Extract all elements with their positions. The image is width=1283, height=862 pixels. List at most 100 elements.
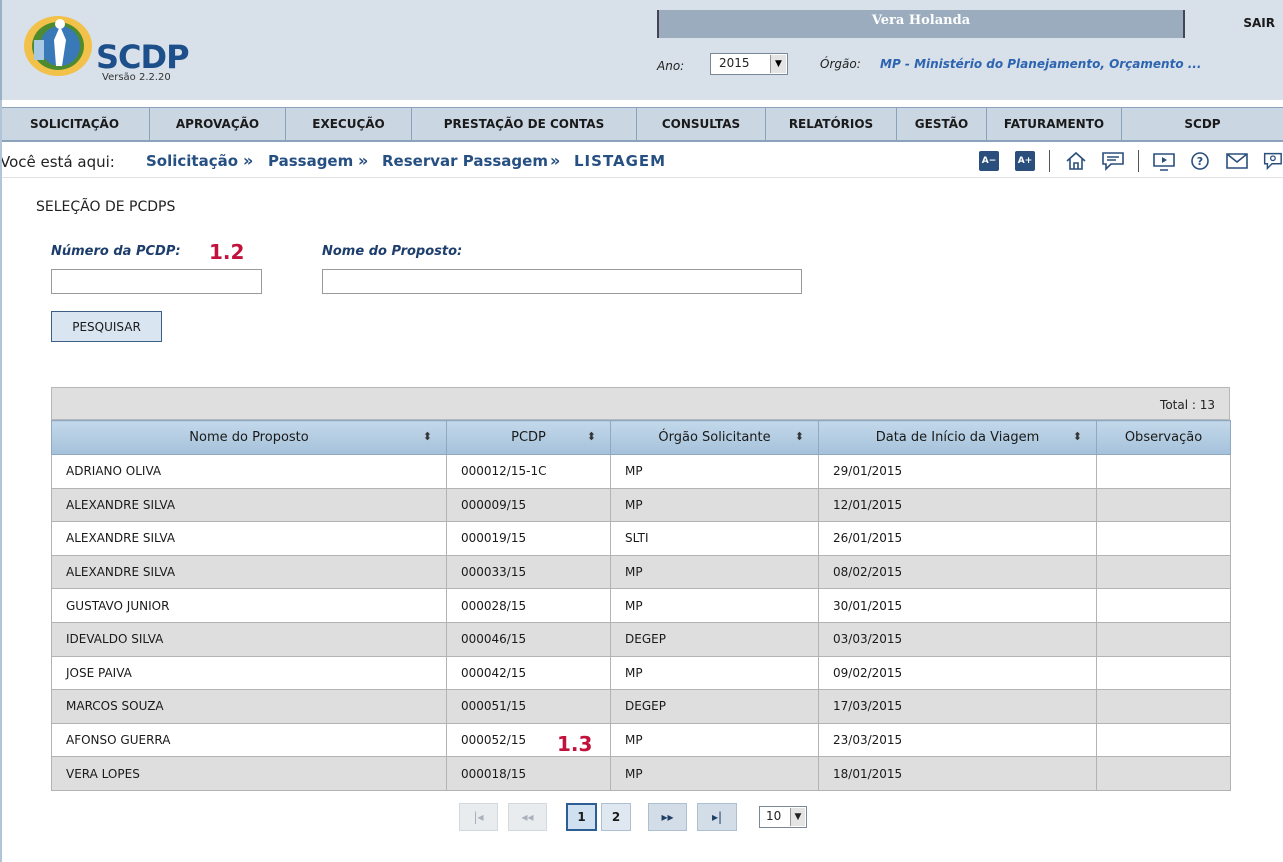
cell-observation: [1096, 588, 1231, 623]
column-header-org[interactable]: Órgão Solicitante ⬍: [610, 420, 819, 455]
user-bar: Vera Holanda: [657, 10, 1185, 38]
cell-name: ADRIANO OLIVA: [51, 454, 447, 489]
nav-item-faturamento[interactable]: FATURAMENTO: [987, 108, 1122, 140]
year-select[interactable]: 2015 ▼: [710, 53, 788, 75]
toolbar-divider: [1138, 150, 1139, 172]
video-icon[interactable]: [1151, 150, 1177, 172]
cell-name: ALEXANDRE SILVA: [51, 521, 447, 556]
cell-name: AFONSO GUERRA: [51, 722, 447, 758]
double-chevron-right-icon: »: [550, 151, 561, 170]
page-2-button[interactable]: 2: [601, 803, 631, 831]
help-icon[interactable]: ?: [1189, 150, 1211, 172]
table-header-row: Nome do Proposto ⬍ PCDP ⬍ Órgão Solicitant…: [51, 420, 1231, 455]
table-row[interactable]: ALEXANDRE SILVA 000033/15 MP 08/02/2015: [51, 554, 1231, 590]
cell-name: GUSTAVO JUNIOR: [51, 588, 447, 623]
annotation-label: 1.3: [557, 732, 593, 756]
cell-pcdp: 000012/15-1C: [446, 454, 611, 489]
sort-icon: ⬍: [422, 430, 432, 443]
org-label: Órgão:: [820, 57, 861, 71]
breadcrumb-prefix: Você está aqui:: [0, 153, 115, 171]
year-value: 2015: [719, 56, 750, 70]
cell-name: ALEXANDRE SILVA: [51, 487, 447, 523]
pcdp-number-input[interactable]: [51, 269, 262, 294]
cell-start-date: 23/03/2015: [818, 722, 1097, 758]
breadcrumb-item-reservar-passagem[interactable]: Reservar Passagem: [382, 152, 548, 170]
table-row[interactable]: ADRIANO OLIVA 000012/15-1C MP 29/01/2015: [51, 454, 1231, 489]
cell-start-date: 08/02/2015: [818, 554, 1097, 590]
column-header-label: Órgão Solicitante: [658, 430, 771, 445]
table-row[interactable]: ALEXANDRE SILVA 000009/15 MP 12/01/2015: [51, 487, 1231, 523]
cell-org: MP: [610, 454, 819, 489]
column-header-pcdp[interactable]: PCDP ⬍: [446, 420, 611, 455]
cell-org: MP: [610, 722, 819, 758]
column-header-label: Nome do Proposto: [189, 430, 309, 445]
breadcrumb-item-solicitacao[interactable]: Solicitação: [146, 152, 238, 170]
cell-pcdp: 000042/15: [446, 655, 611, 691]
rows-per-page-value: 10: [766, 809, 782, 823]
sort-icon: ⬍: [1072, 430, 1082, 443]
cell-org: MP: [610, 756, 819, 791]
nav-item-consultas[interactable]: CONSULTAS: [637, 108, 766, 140]
chat-icon[interactable]: [1100, 150, 1126, 172]
cell-org: MP: [610, 655, 819, 691]
font-decrease-button[interactable]: A−: [979, 151, 999, 171]
proposed-name-label: Nome do Proposto:: [322, 244, 463, 259]
cell-org: MP: [610, 487, 819, 523]
first-page-button[interactable]: |◂: [459, 803, 498, 831]
cell-observation: [1096, 554, 1231, 590]
logout-button[interactable]: SAIR: [1185, 10, 1283, 38]
table-row[interactable]: ALEXANDRE SILVA 000019/15 SLTI 26/01/2015: [51, 521, 1231, 556]
cell-name: IDEVALDO SILVA: [51, 621, 447, 657]
nav-item-relatorios[interactable]: RELATÓRIOS: [766, 108, 897, 140]
search-button[interactable]: PESQUISAR: [51, 311, 162, 342]
rows-per-page-select[interactable]: 10 ▼: [759, 806, 807, 828]
cell-observation: [1096, 521, 1231, 556]
nav-item-scdp[interactable]: SCDP: [1122, 108, 1283, 140]
nav-item-solicitacao[interactable]: SOLICITAÇÃO: [0, 108, 150, 140]
column-header-name[interactable]: Nome do Proposto ⬍: [51, 420, 447, 455]
cell-start-date: 26/01/2015: [818, 521, 1097, 556]
scdp-logo[interactable]: SCDP Versão 2.2.20: [20, 10, 210, 90]
org-value[interactable]: MP - Ministério do Planejamento, Orçamen…: [880, 57, 1201, 71]
font-increase-button[interactable]: A+: [1015, 151, 1035, 171]
page-1-button[interactable]: 1: [566, 803, 597, 831]
table-row[interactable]: VERA LOPES 000018/15 MP 18/01/2015: [51, 756, 1231, 791]
nav-item-execucao[interactable]: EXECUÇÃO: [286, 108, 412, 140]
cell-pcdp: 000018/15: [446, 756, 611, 791]
user-name: Vera Holanda: [871, 13, 971, 28]
cell-observation: [1096, 756, 1231, 791]
cell-pcdp: 000019/15: [446, 521, 611, 556]
cell-name: VERA LOPES: [51, 756, 447, 791]
header: SCDP Versão 2.2.20 Vera Holanda SAIR Ano…: [0, 0, 1283, 100]
table-row[interactable]: GUSTAVO JUNIOR 000028/15 MP 30/01/2015: [51, 588, 1231, 623]
chevron-down-icon: ▼: [770, 55, 786, 73]
support-icon[interactable]: [1261, 150, 1283, 172]
table-row[interactable]: MARCOS SOUZA 000051/15 DEGEP 17/03/2015: [51, 689, 1231, 724]
nav-item-gestao[interactable]: GESTÃO: [897, 108, 987, 140]
breadcrumb-item-passagem[interactable]: Passagem: [268, 152, 353, 170]
home-icon[interactable]: [1064, 150, 1088, 172]
column-header-start-date[interactable]: Data de Início da Viagem ⬍: [818, 420, 1097, 455]
cell-org: DEGEP: [610, 689, 819, 724]
cell-org: MP: [610, 588, 819, 623]
table-row[interactable]: IDEVALDO SILVA 000046/15 DEGEP 03/03/2015: [51, 621, 1231, 657]
cell-observation: [1096, 487, 1231, 523]
prev-page-button[interactable]: ◂◂: [508, 803, 547, 831]
cell-org: MP: [610, 554, 819, 590]
pcdp-number-label: Número da PCDP:: [51, 244, 181, 259]
breadcrumb-current: LISTAGEM: [574, 152, 667, 170]
section-title: SELEÇÃO DE PCDPS: [36, 199, 176, 215]
proposed-name-input[interactable]: [322, 269, 802, 294]
nav-item-prestacao-de-contas[interactable]: PRESTAÇÃO DE CONTAS: [412, 108, 637, 140]
table-row[interactable]: JOSE PAIVA 000042/15 MP 09/02/2015: [51, 655, 1231, 691]
nav-item-aprovacao[interactable]: APROVAÇÃO: [150, 108, 286, 140]
cell-start-date: 12/01/2015: [818, 487, 1097, 523]
table-toolbar: Total : 13: [51, 387, 1230, 420]
cell-name: MARCOS SOUZA: [51, 689, 447, 724]
cell-start-date: 30/01/2015: [818, 588, 1097, 623]
table-row[interactable]: AFONSO GUERRA 000052/15 MP 23/03/2015: [51, 722, 1231, 758]
cell-name: JOSE PAIVA: [51, 655, 447, 691]
mail-icon[interactable]: [1224, 150, 1250, 172]
next-page-button[interactable]: ▸▸: [648, 803, 687, 831]
last-page-button[interactable]: ▸|: [697, 803, 737, 831]
